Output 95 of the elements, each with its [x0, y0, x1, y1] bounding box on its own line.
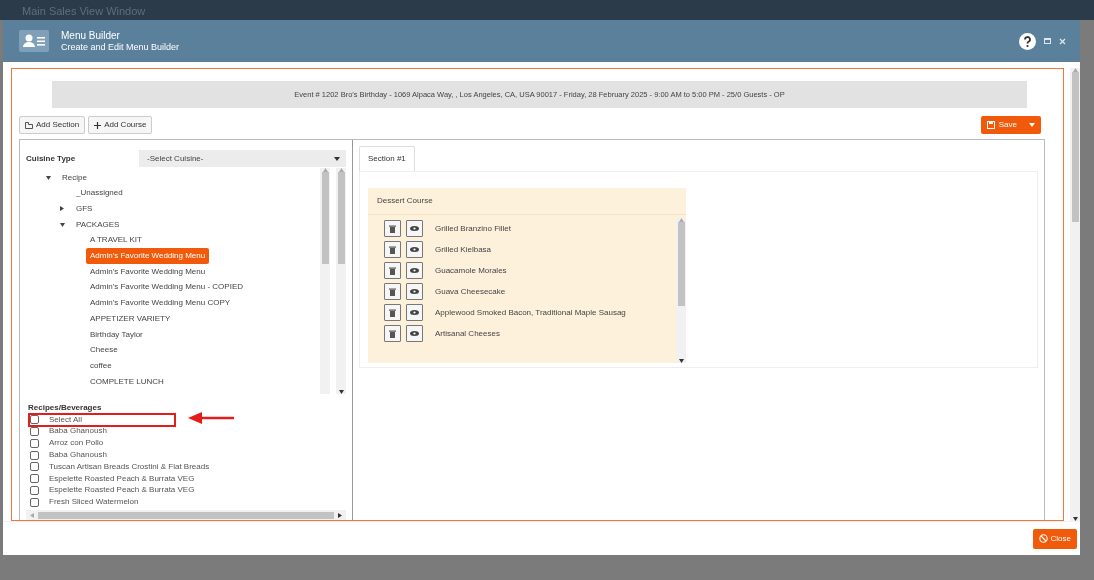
- tab[interactable]: Section #1: [359, 146, 415, 171]
- recipes-heading: Recipes/Beverages: [27, 401, 103, 414]
- trash-icon: [389, 224, 396, 233]
- scroll-thumb[interactable]: [337, 171, 345, 264]
- scroll-right-icon[interactable]: [338, 512, 342, 518]
- delete-button[interactable]: [384, 220, 401, 237]
- scrollbar[interactable]: [676, 218, 686, 363]
- dish-label[interactable]: Baba Ghanoush: [49, 449, 107, 461]
- tree-item[interactable]: Cheese: [86, 342, 122, 359]
- tree-item[interactable]: Admin's Favorite Wedding Menu COPY: [86, 295, 235, 312]
- scroll-thumb[interactable]: [1071, 72, 1079, 222]
- checkbox[interactable]: [30, 462, 39, 472]
- course-title: Dessert Course: [368, 188, 686, 215]
- tree-item[interactable]: _Unassigned: [72, 185, 127, 202]
- course-item: Grilled Kielbasa: [435, 243, 492, 256]
- scrollbar[interactable]: [320, 167, 330, 394]
- view-button[interactable]: [406, 241, 423, 258]
- view-button[interactable]: [406, 262, 423, 279]
- scrollbar[interactable]: [1070, 68, 1080, 521]
- view-button[interactable]: [406, 220, 423, 237]
- scroll-down-icon[interactable]: [678, 359, 684, 363]
- view-button[interactable]: [406, 304, 423, 321]
- trash-icon: [389, 287, 396, 296]
- tree-item[interactable]: COMPLETE LUNCH: [86, 373, 168, 390]
- checkbox[interactable]: [30, 474, 39, 484]
- checkbox[interactable]: [30, 450, 39, 460]
- delete-button[interactable]: [384, 241, 401, 258]
- dialog-title: Menu Builder: [61, 29, 121, 42]
- expanded-arrow-icon[interactable]: [60, 222, 65, 227]
- trash-icon: [389, 308, 396, 317]
- scroll-down-icon[interactable]: [338, 389, 344, 394]
- minimize-icon[interactable]: [1044, 38, 1051, 44]
- collapsed-arrow-icon[interactable]: [60, 206, 64, 212]
- checkbox[interactable]: [30, 415, 39, 425]
- eye-icon: [410, 226, 419, 231]
- course-item: Applewood Smoked Bacon, Traditional Maple Sausag: [435, 306, 626, 319]
- ban-icon: [1038, 534, 1048, 543]
- contact-card-icon: [19, 30, 49, 52]
- delete-button[interactable]: [384, 304, 401, 321]
- tree-item[interactable]: Birthday Taylor: [86, 326, 147, 343]
- course-item: Grilled Branzino Fillet: [435, 222, 512, 235]
- course-item: Artisanal Cheeses: [435, 327, 500, 340]
- section-icon: [25, 121, 33, 129]
- checkbox[interactable]: [30, 485, 39, 495]
- trash-icon: [389, 266, 396, 275]
- dropdown-caret-icon[interactable]: [334, 156, 340, 161]
- trash-icon: [389, 245, 396, 254]
- checkbox[interactable]: [30, 426, 39, 436]
- dish-label[interactable]: Espelette Roasted Peach & Burrata VEG: [49, 484, 195, 497]
- course-item: Guava Cheesecake: [435, 285, 506, 298]
- tree-item[interactable]: PACKAGES: [72, 216, 124, 233]
- dish-label[interactable]: Tuscan Artisan Breads Crostini & Flat Breads: [49, 460, 210, 473]
- view-button[interactable]: [406, 283, 423, 300]
- eye-icon: [410, 331, 419, 336]
- help-icon[interactable]: [1019, 32, 1036, 50]
- dish-label[interactable]: Arroz con Pollo: [49, 437, 104, 450]
- delete-button[interactable]: [384, 262, 401, 279]
- cuisine-label: Cuisine Type: [26, 152, 77, 165]
- cuisine-select[interactable]: -Select Cuisine-: [139, 150, 346, 168]
- dish-label[interactable]: Fresh Sliced Watermelon: [49, 496, 139, 509]
- course-item: Guacamole Morales: [435, 264, 507, 277]
- plus-icon: [94, 121, 102, 129]
- eye-icon: [410, 247, 419, 252]
- scroll-thumb[interactable]: [321, 171, 329, 264]
- scrollbar[interactable]: [336, 167, 346, 394]
- scroll-down-icon[interactable]: [1072, 517, 1078, 521]
- scrollbar[interactable]: [26, 510, 346, 520]
- tree-item[interactable]: Admin's Favorite Wedding Menu: [86, 263, 210, 280]
- checkbox[interactable]: [30, 497, 39, 507]
- tree-item[interactable]: Admin's Favorite Wedding Menu - COPIED: [86, 279, 247, 296]
- eye-icon: [410, 289, 419, 294]
- delete-button[interactable]: [384, 283, 401, 300]
- scroll-thumb[interactable]: [677, 222, 685, 306]
- trash-icon: [389, 329, 396, 338]
- arrow-icon: [188, 411, 234, 424]
- dish-label[interactable]: Baba Ghanoush: [49, 425, 107, 438]
- tree-item[interactable]: Recipe: [58, 169, 91, 186]
- delete-button[interactable]: [384, 325, 401, 342]
- dish-label[interactable]: Select All: [49, 413, 82, 426]
- dish-label[interactable]: Espelette Roasted Peach & Burrata VEG: [49, 472, 195, 485]
- caret-icon: [1029, 123, 1035, 127]
- add-button[interactable]: Add Section: [19, 116, 86, 134]
- tree-item[interactable]: GFS: [72, 201, 97, 218]
- tree-item[interactable]: APPETIZER VARIETY: [86, 310, 175, 327]
- expanded-arrow-icon[interactable]: [46, 175, 51, 180]
- view-button[interactable]: [406, 325, 423, 342]
- add-button[interactable]: Add Course: [88, 116, 153, 134]
- tree-item[interactable]: A TRAVEL KIT: [86, 232, 146, 249]
- tree-item[interactable]: coffee: [86, 357, 116, 374]
- checkbox[interactable]: [30, 438, 39, 448]
- dialog-subtitle: Create and Edit Menu Builder: [61, 41, 180, 53]
- eye-icon: [410, 310, 419, 315]
- close-icon[interactable]: [1059, 37, 1066, 45]
- eye-icon: [410, 268, 419, 273]
- floppy-icon: [986, 121, 995, 129]
